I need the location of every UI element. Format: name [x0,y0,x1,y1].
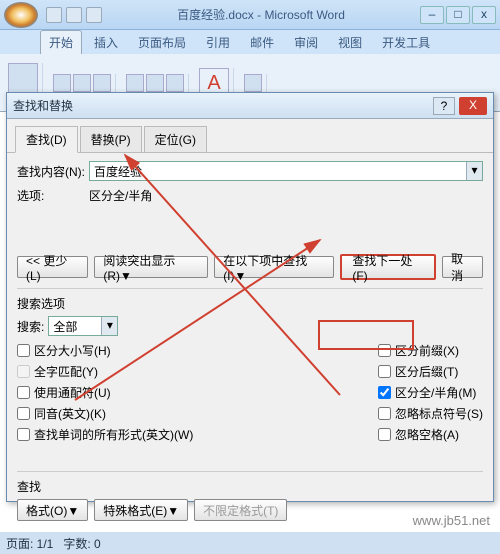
search-options-title: 搜索选项 [17,295,483,312]
cancel-button[interactable]: 取消 [442,256,483,278]
dialog-help-button[interactable]: ? [433,97,455,115]
search-direction-value: 全部 [53,318,77,335]
window-title: 百度经验.docx - Microsoft Word [102,6,420,23]
minimize-button[interactable]: – [420,6,444,24]
no-formatting-button: 不限定格式(T) [194,499,287,521]
word-count: 字数: 0 [63,535,100,552]
find-next-button[interactable]: 查找下一处(F) [340,254,436,280]
find-replace-dialog: 查找和替换 ? X 查找(D) 替换(P) 定位(G) 查找内容(N): 百度经… [6,92,494,502]
page-count: 页面: 1/1 [6,535,53,552]
find-what-value: 百度经验 [94,163,142,180]
dialog-tabs: 查找(D) 替换(P) 定位(G) [7,119,493,153]
status-bar: 页面: 1/1 字数: 0 [0,532,500,554]
quick-access-toolbar [46,7,102,23]
maximize-button[interactable]: □ [446,6,470,24]
search-direction-select[interactable]: 全部 ▾ [48,316,118,336]
tab-view[interactable]: 视图 [330,31,370,54]
dialog-close-button[interactable]: X [459,97,487,115]
less-button[interactable]: << 更少(L) [17,256,88,278]
find-section-label: 查找 [17,478,483,495]
window-titlebar: 百度经验.docx - Microsoft Word – □ x [0,0,500,30]
sounds-like-checkbox[interactable]: 同音(英文)(K) [17,405,193,422]
dialog-title: 查找和替换 [13,97,433,114]
tab-goto[interactable]: 定位(G) [144,126,207,153]
tab-review[interactable]: 审阅 [286,31,326,54]
save-icon[interactable] [46,7,62,23]
special-button[interactable]: 特殊格式(E)▼ [94,499,188,521]
tab-layout[interactable]: 页面布局 [130,31,194,54]
search-direction-label: 搜索: [17,318,44,335]
find-icon[interactable] [244,74,262,92]
whole-word-checkbox[interactable]: 全字匹配(Y) [17,363,193,380]
ribbon-tabs: 开始 插入 页面布局 引用 邮件 审阅 视图 开发工具 [0,30,500,54]
dropdown-icon[interactable]: ▾ [101,317,117,335]
word-forms-checkbox[interactable]: 查找单词的所有形式(英文)(W) [17,426,193,443]
italic-icon[interactable] [73,74,91,92]
find-what-input[interactable]: 百度经验 ▾ [89,161,483,181]
numbering-icon[interactable] [146,74,164,92]
match-case-checkbox[interactable]: 区分大小写(H) [17,342,193,359]
undo-icon[interactable] [66,7,82,23]
tab-find[interactable]: 查找(D) [15,126,78,153]
match-suffix-checkbox[interactable]: 区分后缀(T) [378,363,483,380]
tab-replace[interactable]: 替换(P) [80,126,142,153]
underline-icon[interactable] [93,74,111,92]
redo-icon[interactable] [86,7,102,23]
reading-highlight-button[interactable]: 阅读突出显示(R)▼ [94,256,208,278]
find-in-button[interactable]: 在以下项中查找(I)▼ [214,256,334,278]
wildcards-checkbox[interactable]: 使用通配符(U) [17,384,193,401]
close-button[interactable]: x [472,6,496,24]
find-what-label: 查找内容(N): [17,163,89,180]
options-value: 区分全/半角 [89,187,152,204]
tab-mailings[interactable]: 邮件 [242,31,282,54]
tab-references[interactable]: 引用 [198,31,238,54]
dropdown-icon[interactable]: ▾ [466,162,482,180]
bullets-icon[interactable] [126,74,144,92]
options-label: 选项: [17,187,89,204]
watermark-text: www.jb51.net [413,513,490,528]
tab-insert[interactable]: 插入 [86,31,126,54]
dialog-titlebar[interactable]: 查找和替换 ? X [7,93,493,119]
match-width-checkbox[interactable]: 区分全/半角(M) [378,384,483,401]
ignore-space-checkbox[interactable]: 忽略空格(A) [378,426,483,443]
office-button[interactable] [4,2,38,28]
ignore-punct-checkbox[interactable]: 忽略标点符号(S) [378,405,483,422]
tab-home[interactable]: 开始 [40,30,82,54]
tab-developer[interactable]: 开发工具 [374,31,438,54]
align-icon[interactable] [166,74,184,92]
bold-icon[interactable] [53,74,71,92]
format-button[interactable]: 格式(O)▼ [17,499,88,521]
annotation-highlight-box [318,320,414,350]
